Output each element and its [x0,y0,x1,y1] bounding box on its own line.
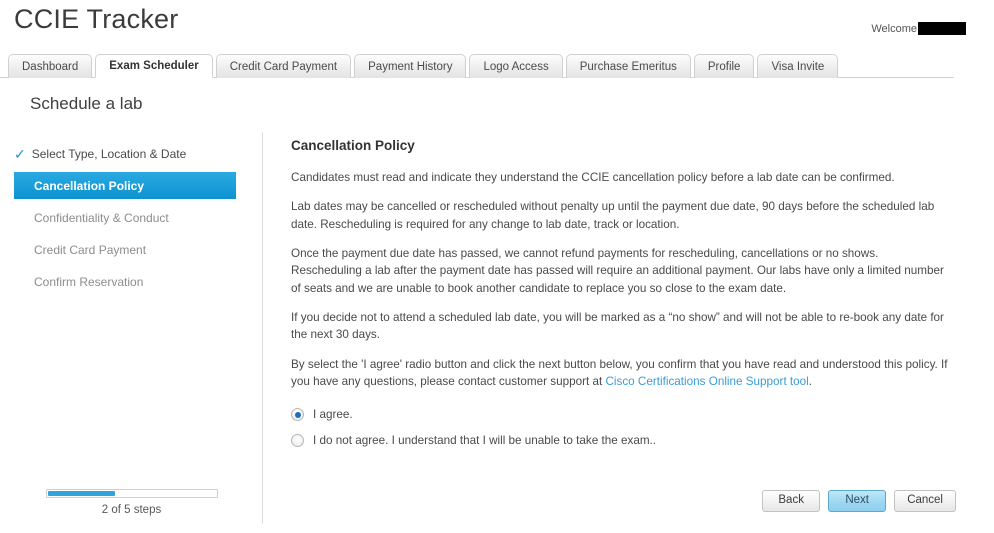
tab-payment-history[interactable]: Payment History [354,54,467,78]
progress-bar-fill [47,491,115,496]
welcome-label: Welcome [871,22,917,35]
radio-option-agree[interactable]: I agree. [291,408,954,422]
back-button[interactable]: Back [762,490,821,512]
tab-exam-scheduler[interactable]: Exam Scheduler [95,54,213,78]
radio-label: I do not agree. I understand that I will… [313,434,657,448]
main-tab-bar: Dashboard Exam Scheduler Credit Card Pay… [0,52,954,78]
tab-profile[interactable]: Profile [693,54,755,78]
content-heading: Cancellation Policy [291,138,415,153]
support-tool-link[interactable]: Cisco Certifications Online Support tool [605,375,808,388]
sidebar-step-select-type-location-date[interactable]: ✓ Select Type, Location & Date [0,140,262,167]
sidebar-step-confirm-reservation[interactable]: Confirm Reservation [0,268,262,295]
redacted-username [918,22,966,35]
policy-paragraph-1: Candidates must read and indicate they u… [291,171,895,184]
radio-button-icon[interactable] [291,408,304,422]
page-header: CCIE Tracker Welcome [0,0,994,52]
tab-dashboard[interactable]: Dashboard [8,54,93,78]
policy-paragraph-agreement: By select the 'I agree' radio button and… [291,356,951,391]
policy-paragraph-3: Once the payment due date has passed, we… [291,246,944,295]
sidebar-step-credit-card-payment[interactable]: Credit Card Payment [0,236,262,263]
wizard-container: ✓ Select Type, Location & Date Cancellat… [0,132,994,524]
radio-button-icon[interactable] [291,434,304,448]
sidebar-step-label: Credit Card Payment [34,242,147,257]
cancel-button[interactable]: Cancel [894,490,956,512]
sidebar-step-label: Confidentiality & Conduct [34,210,169,225]
progress-label: 2 of 5 steps [101,504,162,516]
agreement-text-after: . [808,374,813,388]
next-button[interactable]: Next [828,490,887,512]
sidebar-step-label: Confirm Reservation [34,274,144,289]
wizard-content-panel: Cancellation Policy Candidates must read… [263,132,994,524]
brand-title: CCIE Tracker [14,4,179,34]
tab-visa-invite[interactable]: Visa Invite [757,54,839,78]
agreement-radio-group: I agree. I do not agree. I understand th… [291,408,954,448]
radio-label: I agree. [313,408,353,422]
policy-paragraph-4: If you decide not to attend a scheduled … [291,310,944,342]
sidebar-step-label: Select Type, Location & Date [31,146,187,161]
tab-credit-card-payment[interactable]: Credit Card Payment [215,54,352,78]
page-title: Schedule a lab [30,94,143,113]
sidebar-step-confidentiality-conduct[interactable]: Confidentiality & Conduct [0,204,262,231]
radio-option-do-not-agree[interactable]: I do not agree. I understand that I will… [291,434,954,448]
sidebar-step-cancellation-policy[interactable]: Cancellation Policy [14,172,236,199]
wizard-button-bar: Back Next Cancel [762,490,956,512]
welcome-area: Welcome [871,22,966,35]
sidebar-step-label: Cancellation Policy [34,178,145,193]
tab-logo-access[interactable]: Logo Access [469,54,563,78]
progress-bar-track [45,489,218,498]
wizard-progress: 2 of 5 steps [0,489,263,516]
tab-purchase-emeritus[interactable]: Purchase Emeritus [565,54,691,78]
check-icon: ✓ [14,145,26,162]
step-list: ✓ Select Type, Location & Date Cancellat… [0,140,262,295]
wizard-step-sidebar: ✓ Select Type, Location & Date Cancellat… [0,132,263,524]
policy-paragraph-2: Lab dates may be cancelled or reschedule… [291,200,935,231]
